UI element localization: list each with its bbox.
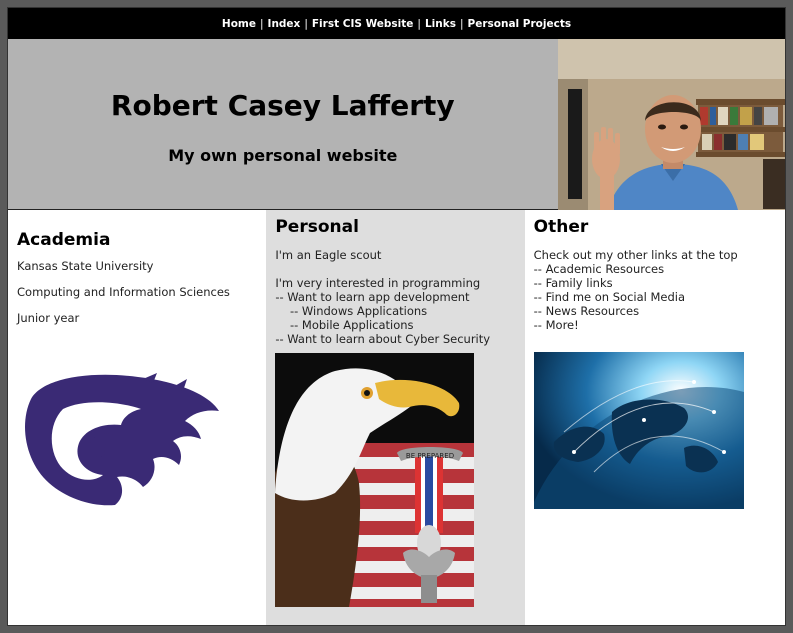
nav-separator: | <box>304 17 308 30</box>
nav-separator: | <box>459 17 464 30</box>
personal-column: Personal I'm an Eagle scout I'm very int… <box>266 210 525 625</box>
nav-link-index[interactable]: Index <box>268 18 301 30</box>
content-columns: Academia Kansas State University Computi… <box>8 210 785 625</box>
other-item-family-links: -- Family links <box>533 276 613 290</box>
header-text-panel: Robert Casey Lafferty My own personal we… <box>8 39 558 209</box>
other-item-social-media: -- Find me on Social Media <box>533 290 686 304</box>
personal-line: -- Mobile Applications <box>275 318 414 332</box>
academia-item-major: Computing and Information Sciences <box>17 285 230 299</box>
top-navigation: Home | Index | First CIS Website | Links… <box>8 8 785 39</box>
nav-link-links[interactable]: Links <box>425 18 456 30</box>
personal-line: -- Want to learn about Cyber Security <box>275 332 491 346</box>
other-links-intro: Check out my other links at the top <box>533 248 738 262</box>
site-title: Robert Casey Lafferty <box>110 89 455 122</box>
academia-heading: Academia <box>17 230 111 250</box>
personal-line: -- Want to learn app development <box>275 290 470 304</box>
nav-link-personal-projects[interactable]: Personal Projects <box>468 18 572 30</box>
globe-network-image <box>533 352 744 509</box>
other-item-academic-resources: -- Academic Resources <box>533 262 665 276</box>
academia-item-year: Junior year <box>17 311 80 325</box>
personal-heading: Personal <box>275 217 359 237</box>
other-item-more: -- More! <box>533 318 579 332</box>
profile-photo <box>557 39 785 210</box>
nav-separator: | <box>417 17 421 30</box>
powercat-logo-icon <box>23 369 223 509</box>
page-frame: Home | Index | First CIS Website | Links… <box>7 7 786 626</box>
site-subtitle: My own personal website <box>168 146 398 165</box>
personal-line: -- Windows Applications <box>275 304 428 318</box>
nav-separator: | <box>259 17 264 30</box>
site-header: Robert Casey Lafferty My own personal we… <box>8 39 785 210</box>
personal-line: I'm very interested in programming <box>275 276 481 290</box>
nav-link-first-cis-website[interactable]: First CIS Website <box>312 18 414 30</box>
academia-item-university: Kansas State University <box>17 259 154 273</box>
other-heading: Other <box>533 217 589 237</box>
medal-motto: BE PREPARED <box>406 452 454 460</box>
nav-link-home[interactable]: Home <box>222 18 256 30</box>
other-column: Other Check out my other links at the to… <box>524 210 785 625</box>
academia-column: Academia Kansas State University Computi… <box>8 210 267 625</box>
other-item-news-resources: -- News Resources <box>533 304 640 318</box>
eagle-scout-image: BE PREPARED <box>275 353 475 607</box>
personal-scout-text: I'm an Eagle scout <box>275 248 382 262</box>
